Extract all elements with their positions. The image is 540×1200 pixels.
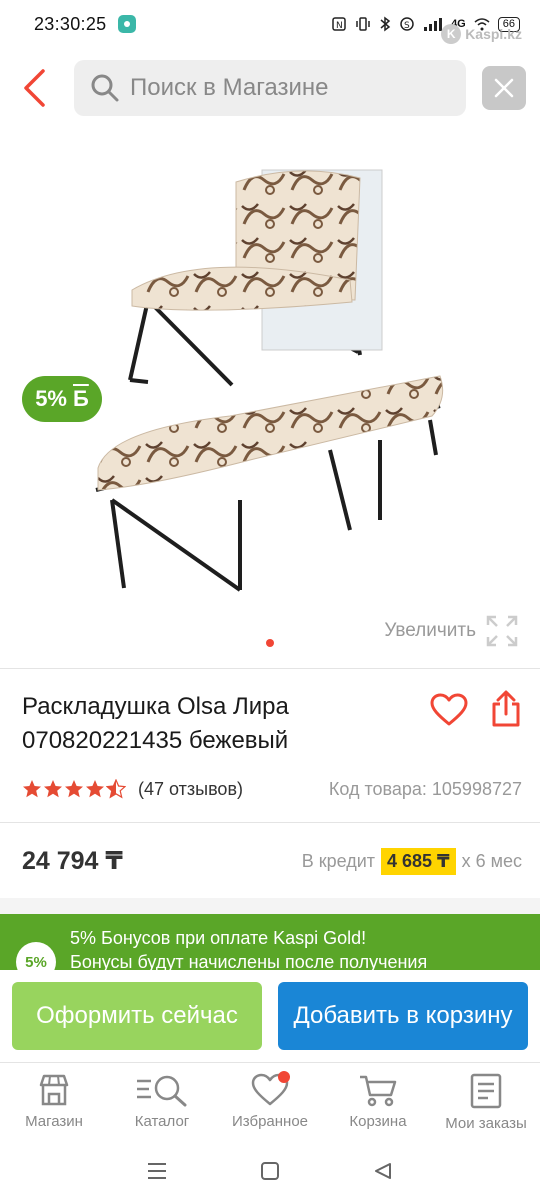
half-star-icon [106,779,126,799]
home-button[interactable] [255,1156,285,1186]
tab-favorites[interactable]: Избранное [216,1063,324,1142]
status-time: 23:30:25 [34,13,107,34]
watermark-text: Kaspi.kz [465,26,522,42]
nfc-icon: N [332,17,346,31]
price-row: 24 794 ₸ В кредит 4 685 ₸ х 6 мес [22,844,522,878]
product-title-line1: Раскладушка Olsa Лира [22,693,289,720]
tab-catalog[interactable]: Каталог [108,1063,216,1142]
menu-icon [147,1163,166,1179]
gallery-page-indicator [266,639,274,647]
favorites-badge [278,1071,290,1083]
product-image[interactable] [0,130,540,610]
bonus-banner-title: 5% Бонусов при оплате Kaspi Gold! [70,928,367,948]
search-input[interactable]: Поиск в Магазине [74,60,466,116]
tab-cart[interactable]: Корзина [324,1063,432,1142]
buy-now-button[interactable]: Оформить сейчас [12,982,262,1050]
chevron-left-icon [24,69,45,107]
tab-label: Каталог [134,1113,190,1130]
bonus-banner[interactable]: 5% 5% Бонусов при оплате Kaspi Gold! Бон… [0,914,540,974]
credit-prefix: В кредит [301,850,376,871]
search-header: Поиск в Магазине [0,58,540,120]
rating-stars [22,779,126,799]
signal-icon [424,18,443,31]
svg-text:S: S [404,21,410,31]
product-price: 24 794 ₸ [22,847,123,875]
vibrate-icon [356,17,370,31]
back-nav-button[interactable] [368,1156,398,1186]
product-title: Раскладушка Olsa Лира 070820221435 бежев… [22,690,402,758]
product-gallery[interactable]: 5% Б Увеличить [0,130,540,660]
svg-text:N: N [336,21,343,31]
reviews-link[interactable]: (47 отзывов) [138,779,243,800]
zoom-button[interactable]: Увеличить [384,615,518,647]
tab-label: Избранное [231,1113,309,1130]
star-icon [65,780,83,798]
expand-icon [486,615,518,647]
triangle-back-icon [375,1163,392,1179]
recents-button[interactable] [142,1156,172,1186]
credit-amount: 4 685 ₸ [381,847,456,875]
product-sku: Код товара: 105998727 [328,778,522,799]
section-separator [0,898,540,914]
catalog-search-icon [137,1075,187,1107]
tab-orders[interactable]: Мои заказы [432,1063,540,1142]
bonus-percent: 5% [35,386,67,411]
credit-offer[interactable]: В кредит 4 685 ₸ х 6 мес [301,847,522,875]
search-icon [91,74,119,102]
zoom-label: Увеличить [384,620,476,641]
data-saver-icon: S [400,17,414,31]
cart-icon [360,1075,397,1107]
star-icon [23,780,41,798]
watermark: K Kaspi.kz [441,24,522,44]
tab-label: Магазин [25,1113,83,1130]
search-placeholder: Поиск в Магазине [130,74,329,101]
product-title-line2: 070820221435 бежевый [22,727,289,754]
shop-icon [39,1074,69,1106]
rating-row: (47 отзывов) Код товара: 105998727 [22,776,522,802]
tab-label: Мои заказы [445,1115,527,1132]
credit-suffix: х 6 мес [461,850,522,871]
kaspi-logo-icon: K [441,24,462,44]
divider [0,822,540,823]
add-to-cart-button[interactable]: Добавить в корзину [278,982,528,1050]
star-icon [86,780,104,798]
divider [0,668,540,669]
share-icon [492,690,520,727]
orders-icon [470,1073,502,1109]
bottom-tab-bar: Магазин Каталог Избранное Корзина Мои за… [0,1062,540,1142]
bonus-currency: Б [72,386,89,411]
heart-icon [430,693,468,726]
close-icon [494,78,514,98]
bluetooth-icon [380,16,391,32]
bonus-badge: 5% Б [22,376,102,422]
home-square-icon [260,1162,279,1180]
back-button[interactable] [14,64,54,112]
close-button[interactable] [482,66,526,110]
app-notification-icon [118,15,137,33]
system-navigation-bar [0,1142,540,1200]
action-buttons: Оформить сейчас Добавить в корзину [0,970,540,1062]
tab-label: Корзина [349,1113,407,1130]
favorite-button[interactable] [428,690,470,730]
share-button[interactable] [486,688,526,730]
tab-shop[interactable]: Магазин [0,1063,108,1142]
star-icon [44,780,62,798]
